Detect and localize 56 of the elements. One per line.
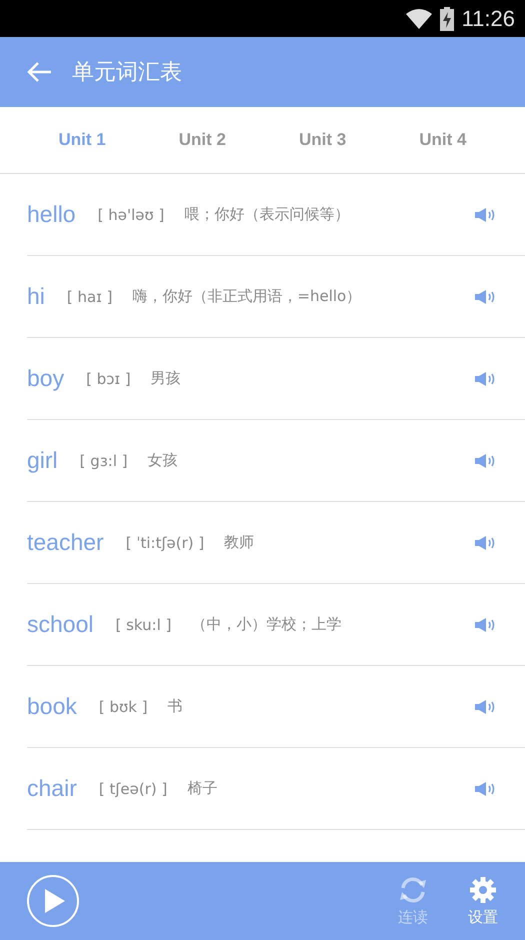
speaker-button[interactable] xyxy=(475,208,495,222)
speaker-button[interactable] xyxy=(475,536,495,550)
speaker-icon xyxy=(475,372,495,386)
phonetic-text: [ gɜ:l ] xyxy=(80,452,128,470)
speaker-icon xyxy=(475,782,495,796)
play-icon xyxy=(45,889,65,913)
meaning-text: 嗨，你好（非正式用语，=hello） xyxy=(132,287,362,306)
vocab-word: hi xyxy=(27,283,45,310)
phonetic-text: [ hə'ləʊ ] xyxy=(98,206,164,224)
meaning-text: 男孩 xyxy=(150,369,182,388)
speaker-button[interactable] xyxy=(475,700,495,714)
phonetic-text: [ tʃeə(r) ] xyxy=(98,780,168,798)
back-icon xyxy=(26,61,52,83)
vocab-word: hello xyxy=(27,201,76,228)
speaker-icon xyxy=(475,290,495,304)
meaning-text: 椅子 xyxy=(187,779,218,798)
unit-tab[interactable]: Unit 4 xyxy=(382,107,503,173)
speaker-button[interactable] xyxy=(475,290,495,304)
vocab-word: chair xyxy=(27,775,77,802)
repeat-icon xyxy=(398,876,428,904)
unit-tab[interactable]: Unit 3 xyxy=(262,107,383,173)
settings-icon xyxy=(469,876,497,904)
unit-tab[interactable]: Unit 2 xyxy=(142,107,262,173)
meaning-text: 书 xyxy=(168,697,184,716)
battery-icon xyxy=(440,6,454,30)
page-title: 单元词汇表 xyxy=(72,59,182,87)
vocab-word: book xyxy=(27,693,77,720)
speaker-button[interactable] xyxy=(475,372,495,386)
phonetic-text: [ ˈti:tʃə(r) ] xyxy=(126,534,204,552)
speaker-icon xyxy=(475,536,495,550)
speaker-button[interactable] xyxy=(475,782,495,796)
phonetic-text: [ bʊk ] xyxy=(98,698,148,716)
vocab-word: girl xyxy=(27,447,58,474)
play-button[interactable] xyxy=(27,875,79,927)
unit-tab[interactable]: Unit 1 xyxy=(22,107,142,173)
speaker-button[interactable] xyxy=(475,454,495,468)
speaker-icon xyxy=(475,208,495,222)
phonetic-text: [ haɪ ] xyxy=(66,288,112,306)
phonetic-text: [ sku:l ] xyxy=(115,616,172,634)
clock-time: 11:26 xyxy=(462,6,515,32)
meaning-text: 女孩 xyxy=(148,451,179,470)
speaker-button[interactable] xyxy=(475,618,495,632)
meaning-text: 喂；你好（表示问候等） xyxy=(184,205,350,224)
vocab-word: teacher xyxy=(27,529,104,556)
phonetic-text: [ bɔɪ ] xyxy=(86,370,131,388)
speaker-icon xyxy=(475,700,495,714)
speaker-icon xyxy=(475,454,495,468)
vocab-word: school xyxy=(27,611,94,638)
back-button[interactable] xyxy=(26,61,52,83)
speaker-icon xyxy=(475,618,495,632)
vocab-word: boy xyxy=(27,365,64,392)
meaning-text: （中，小）学校；上学 xyxy=(192,615,342,634)
meaning-text: 教师 xyxy=(224,533,256,552)
settings-button[interactable]: 设置 xyxy=(468,876,498,926)
wifi-icon xyxy=(406,8,432,28)
repeat-button[interactable]: 连读 xyxy=(398,876,428,926)
